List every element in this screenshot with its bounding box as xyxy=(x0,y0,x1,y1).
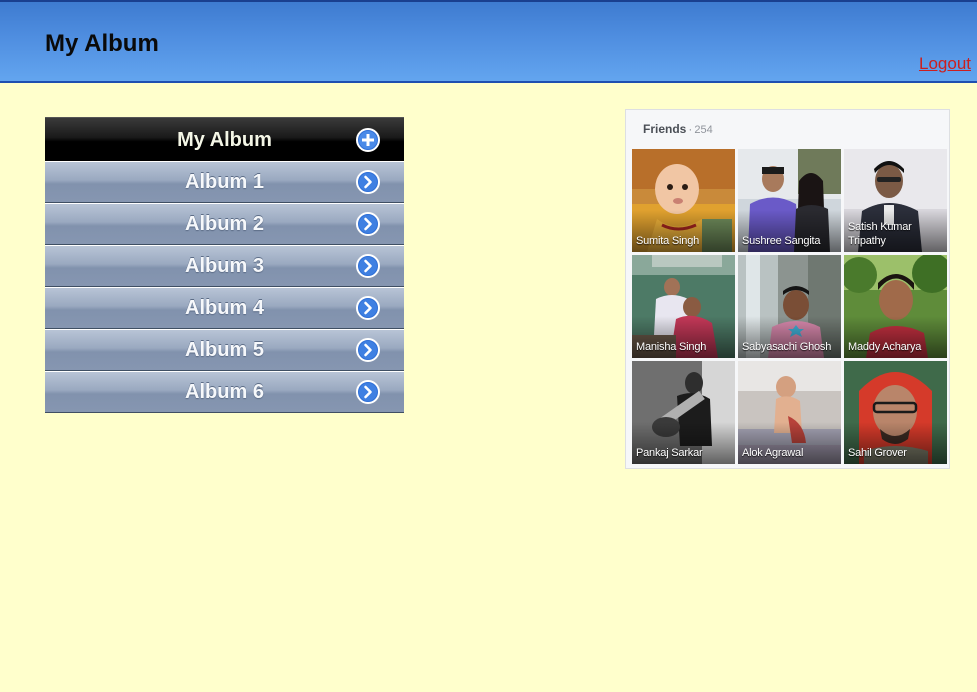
friend-tile[interactable]: Maddy Acharya xyxy=(844,255,947,358)
friend-name[interactable]: Manisha Singh xyxy=(636,340,732,354)
chevron-right-circle-icon[interactable] xyxy=(356,380,380,404)
friend-name[interactable]: Sabyasachi Ghosh xyxy=(742,340,838,354)
friend-name[interactable]: Alok Agrawal xyxy=(742,446,838,460)
album-menu-header[interactable]: My Album xyxy=(45,117,404,161)
friend-name[interactable]: Maddy Acharya xyxy=(848,340,944,354)
chevron-right-circle-icon[interactable] xyxy=(356,170,380,194)
album-item-5[interactable]: Album 5 xyxy=(45,329,404,371)
album-item-3[interactable]: Album 3 xyxy=(45,245,404,287)
top-header-bar: My Album Logout xyxy=(0,0,977,83)
friend-tile[interactable]: Sahil Grover xyxy=(844,361,947,464)
album-item-2[interactable]: Album 2 xyxy=(45,203,404,245)
friend-tile[interactable]: Pankaj Sarkar xyxy=(632,361,735,464)
friend-name[interactable]: Pankaj Sarkar xyxy=(636,446,732,460)
album-item-label: Album 1 xyxy=(185,171,264,193)
chevron-right-circle-icon[interactable] xyxy=(356,212,380,236)
album-item-label: Album 5 xyxy=(185,339,264,361)
friends-heading-separator: · xyxy=(688,122,693,136)
album-item-label: Album 3 xyxy=(185,255,264,277)
friend-tile[interactable]: Sabyasachi Ghosh xyxy=(738,255,841,358)
chevron-right-circle-icon[interactable] xyxy=(356,254,380,278)
album-item-label: Album 2 xyxy=(185,213,264,235)
album-item-1[interactable]: Album 1 xyxy=(45,161,404,203)
add-album-icon[interactable] xyxy=(356,127,380,152)
friends-heading-label: Friends xyxy=(643,122,687,136)
friends-widget: Friends · 254 Sumita Singh Sushree Sangi… xyxy=(625,109,950,469)
chevron-right-circle-icon[interactable] xyxy=(356,296,380,320)
friend-tile[interactable]: Alok Agrawal xyxy=(738,361,841,464)
friends-heading: Friends · 254 xyxy=(643,122,713,136)
friend-tile[interactable]: Satish Kumar Tripathy xyxy=(844,149,947,252)
friend-name[interactable]: Sumita Singh xyxy=(636,234,732,248)
friend-name[interactable]: Sushree Sangita xyxy=(742,234,838,248)
friend-tile[interactable]: Sumita Singh xyxy=(632,149,735,252)
chevron-right-circle-icon[interactable] xyxy=(356,338,380,362)
page-title: My Album xyxy=(45,30,159,57)
friend-tile[interactable]: Sushree Sangita xyxy=(738,149,841,252)
friend-name[interactable]: Sahil Grover xyxy=(848,446,944,460)
logout-link[interactable]: Logout xyxy=(919,54,971,74)
album-item-6[interactable]: Album 6 xyxy=(45,371,404,413)
friends-count[interactable]: 254 xyxy=(694,124,712,136)
album-item-4[interactable]: Album 4 xyxy=(45,287,404,329)
friend-name[interactable]: Satish Kumar Tripathy xyxy=(848,220,944,248)
album-menu-header-label: My Album xyxy=(177,129,272,151)
friend-tile[interactable]: Manisha Singh xyxy=(632,255,735,358)
album-menu: My Album Album 1 Album 2 Album 3 Album 4… xyxy=(45,117,404,413)
album-item-label: Album 4 xyxy=(185,297,264,319)
album-item-label: Album 6 xyxy=(185,381,264,403)
